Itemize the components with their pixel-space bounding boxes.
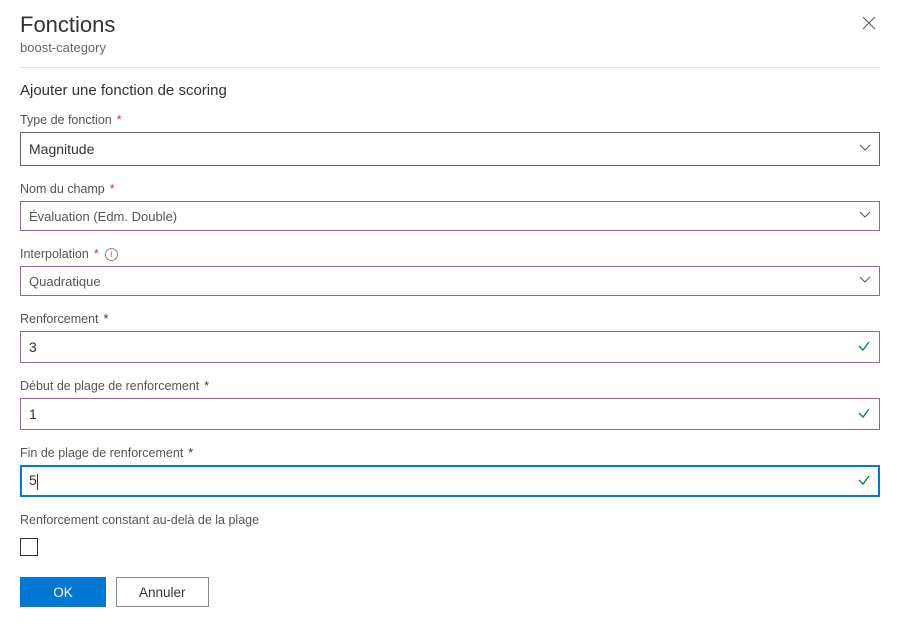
constant-beyond-checkbox[interactable] — [20, 538, 38, 556]
required-indicator: * — [117, 113, 122, 127]
field-name-value: Évaluation (Edm. Double) — [29, 209, 177, 224]
chevron-down-icon — [859, 143, 871, 155]
ok-button[interactable]: OK — [20, 577, 106, 607]
field-name-select[interactable]: Évaluation (Edm. Double) — [20, 201, 880, 231]
section-title: Ajouter une fonction de scoring — [20, 82, 880, 99]
required-indicator: * — [204, 379, 209, 393]
range-start-label: Début de plage de renforcement * — [20, 379, 880, 393]
breadcrumb-subtitle: boost-category — [20, 40, 858, 55]
boost-value: 3 — [29, 339, 857, 355]
boost-input[interactable]: 3 — [20, 331, 880, 363]
info-icon[interactable]: i — [105, 248, 118, 261]
close-button[interactable] — [858, 12, 880, 38]
chevron-down-icon — [859, 210, 871, 222]
range-end-value: 5 — [29, 472, 857, 489]
required-indicator: * — [104, 312, 109, 326]
range-end-input[interactable]: 5 — [20, 465, 880, 497]
divider — [20, 67, 880, 68]
field-name-label: Nom du champ* — [20, 182, 880, 196]
checkmark-icon — [857, 473, 871, 490]
interpolation-value: Quadratique — [29, 274, 101, 289]
required-indicator: * — [188, 446, 193, 460]
required-indicator: * — [94, 247, 99, 261]
required-indicator: * — [110, 182, 115, 196]
page-title: Fonctions — [20, 12, 858, 38]
function-type-value: Magnitude — [29, 141, 94, 157]
function-type-label: Type de fonction* — [20, 113, 880, 127]
close-icon — [862, 16, 876, 30]
interpolation-select[interactable]: Quadratique — [20, 266, 880, 296]
checkmark-icon — [857, 339, 871, 356]
range-start-value: 1 — [29, 406, 857, 422]
cancel-button[interactable]: Annuler — [116, 577, 209, 607]
checkmark-icon — [857, 406, 871, 423]
constant-beyond-label: Renforcement constant au-delà de la plag… — [20, 513, 880, 527]
range-start-input[interactable]: 1 — [20, 398, 880, 430]
interpolation-label: Interpolation * i — [20, 247, 880, 261]
range-end-label: Fin de plage de renforcement * — [20, 446, 880, 460]
function-type-select[interactable]: Magnitude — [20, 132, 880, 166]
chevron-down-icon — [859, 275, 871, 287]
boost-label: Renforcement * — [20, 312, 880, 326]
